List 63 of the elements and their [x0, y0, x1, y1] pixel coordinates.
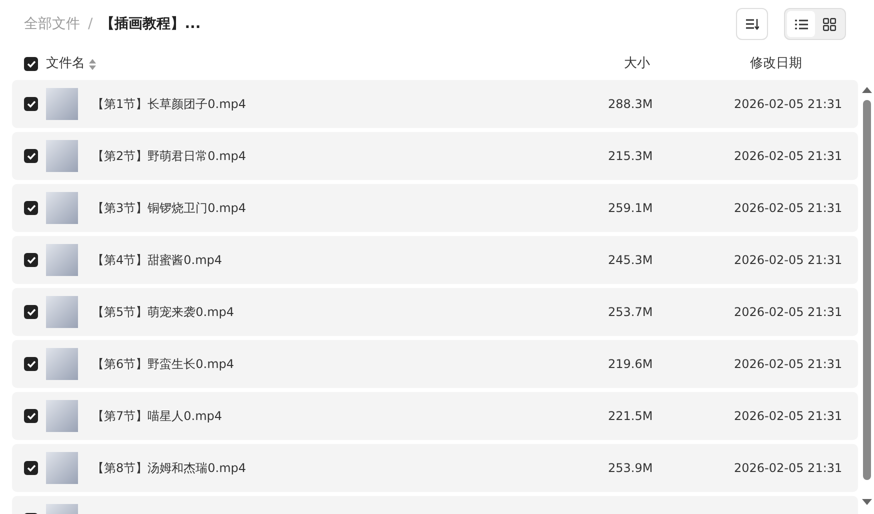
checkbox[interactable] [24, 461, 38, 475]
file-row[interactable]: 【第2节】野萌君日常0.mp4 215.3M 2026-02-05 21:31 [12, 132, 858, 180]
checkbox[interactable] [24, 57, 38, 71]
file-size: 219.6M [608, 357, 653, 371]
modified-date: 2026-02-05 21:31 [734, 201, 842, 215]
modified-date: 2026-02-05 21:31 [734, 149, 842, 163]
modified-date: 2026-02-05 21:31 [734, 461, 842, 475]
breadcrumb-item: 【插画教程】... [100, 14, 201, 34]
checkbox[interactable] [24, 149, 38, 163]
file-name: 【第1节】长草颜团子0.mp4 [92, 97, 246, 111]
photo-placeholder [46, 348, 78, 380]
file-name: 【第5节】萌宠来袭0.mp4 [92, 305, 234, 319]
modified-date: 2026-02-05 21:31 [734, 305, 842, 319]
photo-placeholder [46, 140, 78, 172]
file-row[interactable]: 【第7节】喵星人0.mp4 221.5M 2026-02-05 21:31 [12, 392, 858, 440]
checkbox[interactable] [24, 253, 38, 267]
photo-placeholder [46, 192, 78, 224]
modified-date: 2026-02-05 21:31 [734, 97, 842, 111]
modified-date: 2026-02-05 21:31 [734, 409, 842, 423]
file-size: 259.1M [608, 201, 653, 215]
scroll-down-icon[interactable] [862, 498, 872, 506]
file-name: 【第6节】野蛮生长0.mp4 [92, 357, 234, 371]
file-row[interactable]: 【第8节】汤姆和杰瑞0.mp4 253.9M 2026-02-05 21:31 [12, 444, 858, 492]
checkbox[interactable] [24, 201, 38, 215]
file-size: 253.9M [608, 461, 653, 475]
modified-date: 2026-02-05 21:31 [734, 253, 842, 267]
modified-date: 2026-02-05 21:31 [734, 357, 842, 371]
photo-placeholder [46, 400, 78, 432]
sort-button[interactable] [736, 8, 768, 40]
file-row[interactable]: 【第5节】萌宠来袭0.mp4 253.7M 2026-02-05 21:31 [12, 288, 858, 336]
file-row[interactable]: 【第4节】甜蜜酱0.mp4 245.3M 2026-02-05 21:31 [12, 236, 858, 284]
checkbox[interactable] [24, 409, 38, 423]
file-name: 【第2节】野萌君日常0.mp4 [92, 149, 246, 163]
scrollbar-thumb[interactable] [863, 100, 871, 480]
file-size: 221.5M [608, 409, 653, 423]
column-header[interactable]: 文件名 [46, 54, 85, 74]
list-view-button[interactable] [787, 11, 815, 37]
sort-icon [745, 18, 759, 30]
photo-placeholder [46, 452, 78, 484]
checkbox[interactable] [24, 305, 38, 319]
file-name: 【第3节】铜锣烧卫门0.mp4 [92, 201, 246, 215]
checkbox[interactable] [24, 357, 38, 371]
column-header[interactable]: 修改日期 [750, 56, 802, 72]
file-size: 288.3M [608, 97, 653, 111]
file-row[interactable]: 【第6节】野蛮生长0.mp4 219.6M 2026-02-05 21:31 [12, 340, 858, 388]
file-size: 245.3M [608, 253, 653, 267]
file-row[interactable]: 【第3节】铜锣烧卫门0.mp4 259.1M 2026-02-05 21:31 [12, 184, 858, 232]
list-icon [794, 18, 808, 30]
checkbox[interactable] [24, 97, 38, 111]
photo-placeholder [46, 244, 78, 276]
scroll-up-icon[interactable] [862, 86, 872, 94]
column-header[interactable]: 大小 [624, 56, 650, 72]
file-name: 【第4节】甜蜜酱0.mp4 [92, 253, 222, 267]
photo-placeholder [46, 88, 78, 120]
file-row[interactable]: 【第1节】长草颜团子0.mp4 288.3M 2026-02-05 21:31 [12, 80, 858, 128]
file-name: 【第7节】喵星人0.mp4 [92, 409, 222, 423]
sort-arrows-icon[interactable] [89, 58, 96, 70]
file-size: 215.3M [608, 149, 653, 163]
file-size: 253.7M [608, 305, 653, 319]
photo-placeholder [46, 296, 78, 328]
file-name: 【第8节】汤姆和杰瑞0.mp4 [92, 461, 246, 475]
grid-icon [822, 18, 836, 30]
breadcrumb-separator: / [88, 14, 93, 34]
